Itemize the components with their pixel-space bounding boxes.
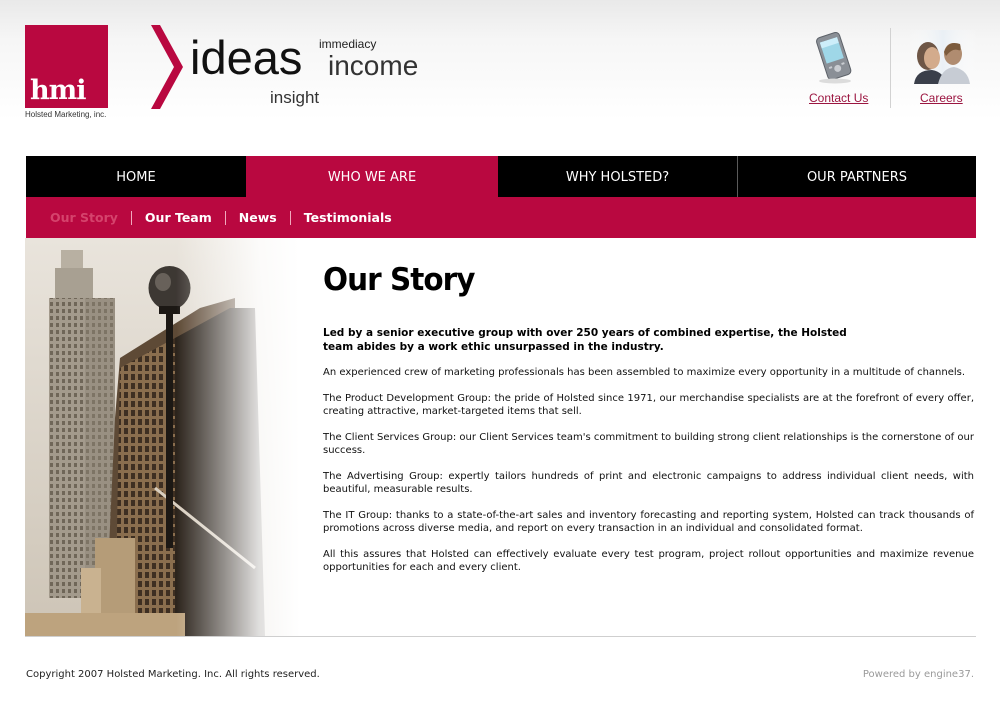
logo-subtitle: Holsted Marketing, inc. (25, 110, 107, 119)
subnav-divider (130, 210, 132, 225)
tagline-immediacy: immediacy (319, 37, 377, 51)
hmi-logo[interactable]: hmi (25, 25, 108, 108)
nav-our-partners[interactable]: OUR PARTNERS (737, 156, 976, 197)
main-navigation: HOME WHO WE ARE WHY HOLSTED? OUR PARTNER… (26, 156, 976, 197)
site-header: hmi Holsted Marketing, inc. ideas immedi… (0, 0, 1000, 140)
subnav-divider (224, 210, 226, 225)
copyright-text: Copyright 2007 Holsted Marketing. Inc. A… (26, 669, 320, 680)
footer-divider (25, 636, 976, 637)
subnav-our-team[interactable]: Our Team (145, 210, 212, 225)
subnav-testimonials[interactable]: Testimonials (304, 210, 392, 225)
tagline-income: income (328, 50, 419, 81)
city-building-photo (25, 238, 300, 636)
nav-who-we-are[interactable]: WHO WE ARE (246, 156, 498, 197)
body-paragraph: The Product Development Group: the pride… (323, 392, 974, 418)
sub-navigation: Our Story Our Team News Testimonials (26, 197, 976, 238)
body-paragraph: All this assures that Holsted can effect… (323, 548, 974, 574)
logo-text: hmi (30, 75, 86, 106)
careers-link[interactable]: Careers (920, 91, 963, 105)
subnav-news[interactable]: News (239, 210, 277, 225)
body-paragraph: The Client Services Group: our Client Se… (323, 431, 974, 457)
nav-home[interactable]: HOME (26, 156, 246, 197)
body-paragraph: The IT Group: thanks to a state-of-the-a… (323, 509, 974, 535)
subnav-our-story[interactable]: Our Story (50, 210, 118, 225)
header-divider (890, 28, 891, 108)
powered-by-link[interactable]: Powered by engine37. (863, 669, 974, 680)
tagline-insight: insight (270, 88, 320, 107)
lead-paragraph: Led by a senior executive group with ove… (323, 327, 847, 353)
body-paragraph: The Advertising Group: expertly tailors … (323, 470, 974, 496)
contact-us-link[interactable]: Contact Us (809, 91, 868, 105)
nav-why-holsted[interactable]: WHY HOLSTED? (498, 156, 737, 197)
chevron-icon (151, 25, 183, 109)
pda-phone-icon[interactable] (811, 30, 857, 84)
body-paragraph: An experienced crew of marketing profess… (323, 367, 966, 378)
business-people-icon[interactable] (908, 30, 978, 84)
page-title: Our Story (323, 262, 475, 298)
main-content: Our Story Led by a senior executive grou… (323, 262, 974, 587)
subnav-divider (289, 210, 291, 225)
tagline-ideas: ideas (190, 31, 303, 84)
